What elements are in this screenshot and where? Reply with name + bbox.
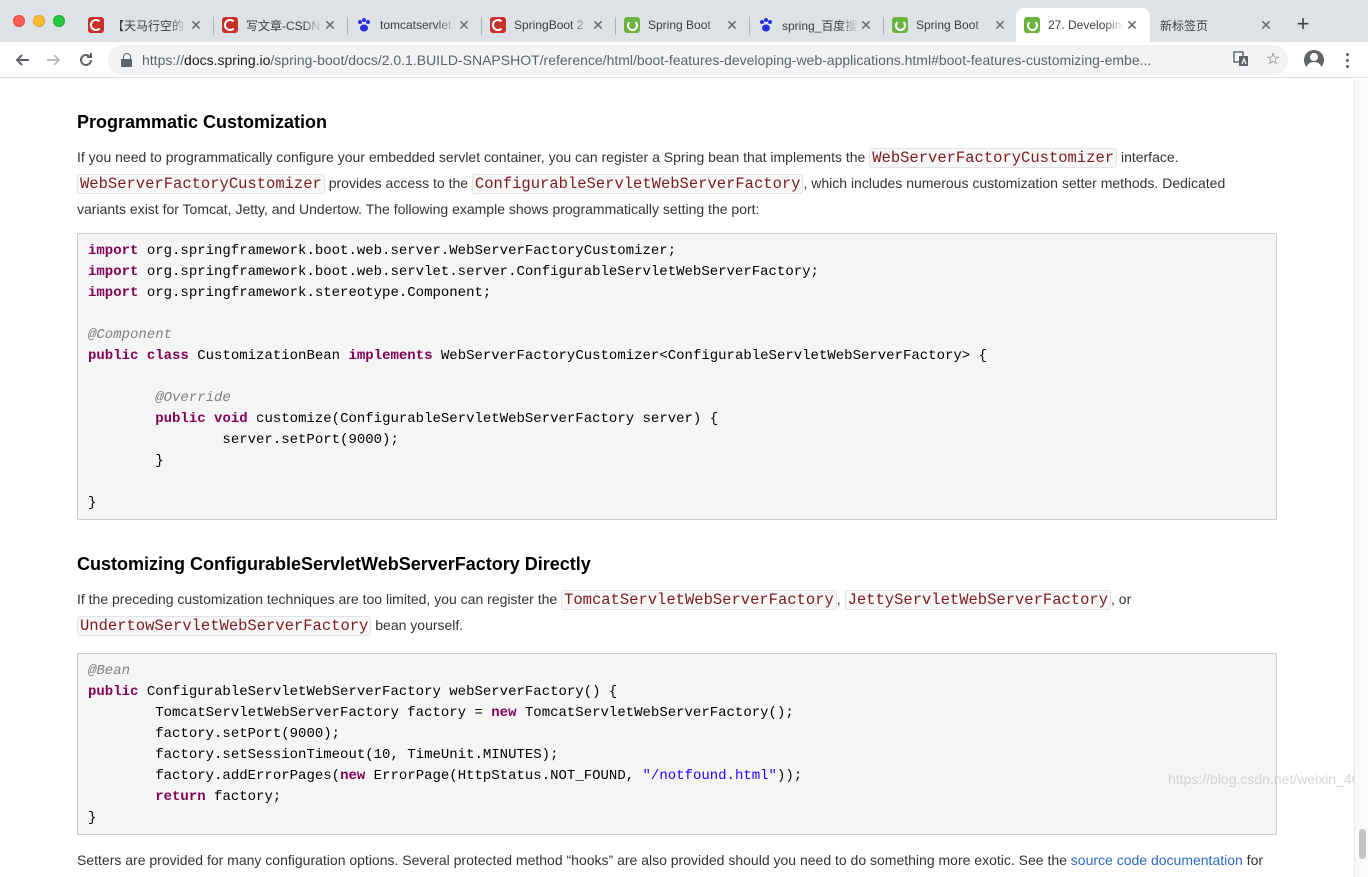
browser-tab[interactable]: Spring Boot ✕	[616, 8, 750, 42]
close-icon[interactable]: ✕	[724, 17, 740, 34]
reload-icon	[80, 53, 92, 66]
new-tab-button[interactable]: +	[1291, 13, 1315, 36]
url-path: /spring-boot/docs/2.0.1.BUILD-SNAPSHOT/r…	[270, 52, 1152, 68]
browser-tab[interactable]: tomcatservlet ✕	[348, 8, 482, 42]
close-icon[interactable]: ✕	[992, 17, 1008, 34]
para-text: interface.	[1117, 149, 1179, 165]
lock-icon[interactable]	[120, 53, 134, 67]
kebab-menu-icon[interactable]	[1337, 50, 1357, 70]
url-text[interactable]: https://docs.spring.io/spring-boot/docs/…	[142, 52, 1222, 68]
inline-code: WebServerFactoryCustomizer	[77, 174, 325, 194]
tab-title: tomcatservlet	[380, 18, 452, 32]
code-block[interactable]: @Bean public ConfigurableServletWebServe…	[77, 653, 1277, 835]
baidu-paw-icon	[758, 17, 774, 33]
para-text: ,	[836, 591, 845, 607]
close-icon[interactable]: ✕	[858, 17, 874, 34]
spring-leaf-icon	[1024, 17, 1040, 33]
browser-toolbar: https://docs.spring.io/spring-boot/docs/…	[0, 42, 1368, 78]
para-text: bean yourself.	[371, 617, 464, 633]
url-scheme: https://	[142, 52, 185, 68]
section-heading: Programmatic Customization	[77, 112, 328, 132]
maximize-window-button[interactable]	[53, 15, 65, 27]
inline-code: JettyServletWebServerFactory	[844, 590, 1112, 610]
para-text: If you need to programmatically configur…	[77, 149, 870, 165]
tab-title: spring_百度搜	[782, 18, 858, 33]
minimize-window-button[interactable]	[33, 15, 45, 27]
section-heading: Customizing ConfigurableServletWebServer…	[77, 554, 591, 574]
scrollbar-thumb[interactable]	[1359, 829, 1366, 859]
page-content: Programmatic Customization If you need t…	[0, 79, 1354, 877]
forward-arrow-icon	[47, 54, 61, 66]
address-bar[interactable]: https://docs.spring.io/spring-boot/docs/…	[108, 45, 1288, 75]
reload-button[interactable]	[74, 48, 98, 72]
section-paragraph: If you need to programmatically configur…	[77, 145, 1277, 222]
close-icon[interactable]: ✕	[1124, 17, 1140, 34]
para-text: If the preceding customization technique…	[77, 591, 562, 607]
csdn-icon	[490, 17, 506, 33]
inline-code: WebServerFactoryCustomizer	[869, 148, 1118, 168]
csdn-icon	[222, 17, 238, 33]
para-text: provides access to the	[324, 175, 472, 191]
browser-tab[interactable]: spring_百度搜 ✕	[750, 8, 884, 42]
source-code-documentation-link[interactable]: source code documentation	[1071, 852, 1243, 868]
inline-code: ConfigurableServletWebServerFactory	[471, 174, 804, 194]
translate-icon[interactable]	[1232, 51, 1250, 69]
inline-code: UndertowServletWebServerFactory	[77, 616, 372, 636]
browser-tab[interactable]: 新标签页 ✕	[1150, 8, 1284, 42]
tab-title: 【天马行空的	[112, 18, 185, 33]
spring-leaf-icon	[624, 17, 640, 33]
vertical-scrollbar[interactable]	[1354, 79, 1368, 877]
browser-tab[interactable]: SpringBoot 2 ✕	[482, 8, 616, 42]
tab-title: 新标签页	[1160, 18, 1209, 33]
code-block[interactable]: import org.springframework.boot.web.serv…	[77, 233, 1277, 520]
section-paragraph: If the preceding customization technique…	[77, 587, 1277, 639]
section-paragraph: Setters are provided for many configurat…	[77, 848, 1277, 873]
url-host: docs.spring.io	[184, 52, 271, 68]
browser-tab[interactable]: 写文章-CSDN ✕	[214, 8, 348, 42]
tab-strip: 【天马行空的 ✕ 写文章-CSDN ✕ tomcatservlet ✕ Spri…	[0, 0, 1368, 42]
spring-leaf-icon	[892, 17, 908, 33]
tab-title: SpringBoot 2	[514, 18, 584, 32]
close-icon[interactable]: ✕	[1258, 17, 1274, 34]
inline-code: TomcatServletWebServerFactory	[561, 590, 837, 610]
back-button[interactable]	[10, 48, 34, 72]
csdn-icon	[88, 17, 104, 33]
browser-tab[interactable]: Spring Boot ✕	[884, 8, 1018, 42]
watermark: https://blog.csdn.net/weixin_40197494	[1168, 771, 1368, 787]
tab-title: 写文章-CSDN	[246, 18, 320, 33]
para-text: , or	[1111, 591, 1132, 607]
close-icon[interactable]: ✕	[188, 17, 204, 34]
browser-tab-active[interactable]: 27. Developing ✕	[1016, 8, 1150, 42]
tab-title: Spring Boot	[916, 18, 979, 32]
para-text: for	[1242, 852, 1264, 868]
forward-button[interactable]	[42, 48, 66, 72]
back-arrow-icon	[15, 54, 29, 66]
close-icon[interactable]: ✕	[322, 17, 338, 34]
close-window-button[interactable]	[13, 15, 25, 27]
close-icon[interactable]: ✕	[590, 17, 606, 34]
bookmark-star-icon[interactable]: ☆	[1264, 51, 1282, 69]
baidu-paw-icon	[356, 17, 372, 33]
close-icon[interactable]: ✕	[456, 17, 472, 34]
browser-tab[interactable]: 【天马行空的 ✕	[80, 8, 214, 42]
tab-title: 27. Developing	[1048, 18, 1124, 32]
profile-icon[interactable]	[1304, 50, 1324, 70]
para-text: Setters are provided for many configurat…	[77, 852, 1071, 868]
tab-title: Spring Boot	[648, 18, 711, 32]
